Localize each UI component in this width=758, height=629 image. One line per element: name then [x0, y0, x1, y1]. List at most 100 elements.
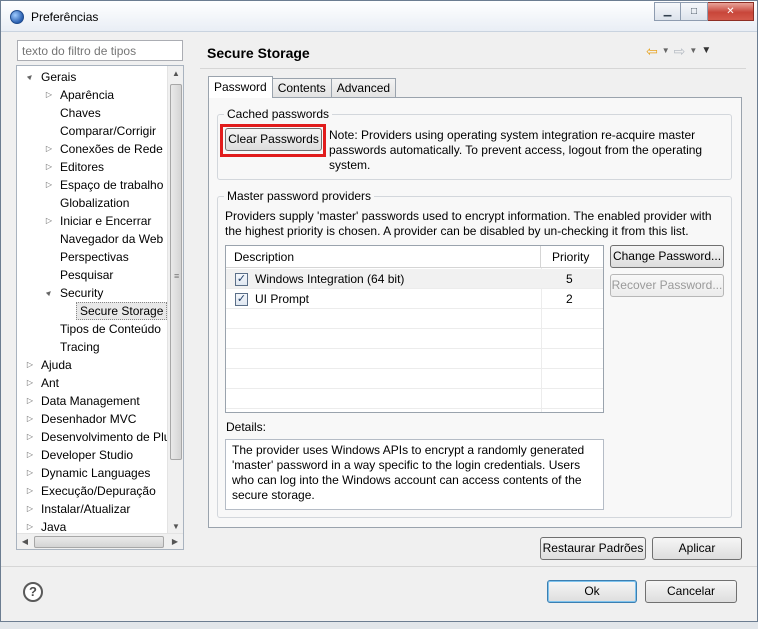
title-bar: Preferências ▁ □ ✕	[1, 1, 757, 32]
scroll-left-arrow-icon[interactable]: ◀	[17, 534, 33, 549]
maximize-button[interactable]: □	[681, 2, 708, 21]
tree-collapsed-icon[interactable]: ▷	[44, 212, 54, 230]
header-separator	[200, 68, 746, 69]
tree-item-label: Ant	[41, 376, 60, 390]
background-strip	[0, 622, 758, 629]
window-controls: ▁ □ ✕	[654, 2, 754, 21]
provider-priority: 2	[566, 292, 573, 306]
tree-collapsed-icon[interactable]: ▷	[25, 374, 35, 392]
tree-item-label: Editores	[60, 160, 105, 174]
tree-item-label: Chaves	[60, 106, 101, 120]
ok-button[interactable]: Ok	[547, 580, 637, 603]
page-navigation: ⇦ ▼ ⇨ ▼ ▼	[646, 43, 711, 59]
minimize-button[interactable]: ▁	[654, 2, 681, 21]
tree-item-label: Perspectivas	[60, 250, 129, 264]
table-row[interactable]: ✓ Windows Integration (64 bit) 5	[226, 269, 603, 289]
footer-separator	[1, 566, 757, 567]
provider-enabled-checkbox[interactable]: ✓	[235, 273, 248, 286]
recover-password-button[interactable]: Recover Password...	[610, 274, 724, 297]
preferences-tree[interactable]: Notifications▷Java▷Instalar/Atualizar▷Ex…	[16, 65, 184, 550]
tree-collapsed-icon[interactable]: ▷	[25, 392, 35, 410]
tree-item-label: Espaço de trabalho	[60, 178, 164, 192]
cancel-button[interactable]: Cancelar	[645, 580, 737, 603]
tree-collapsed-icon[interactable]: ▷	[25, 356, 35, 374]
tree-item-label: Tracing	[60, 340, 100, 354]
tree-collapsed-icon[interactable]: ▷	[25, 428, 35, 446]
tree-expanded-icon[interactable]: ▲	[39, 283, 59, 303]
tree-item-label: Globalization	[60, 196, 130, 210]
tree-item-label: Comparar/Corrigir	[60, 124, 157, 138]
tree-collapsed-icon[interactable]: ▷	[25, 500, 35, 518]
table-row-empty	[226, 329, 603, 349]
tree-vertical-scroll-thumb[interactable]: ≡	[170, 84, 182, 460]
back-arrow-icon[interactable]: ⇦	[646, 43, 658, 59]
scroll-grip-icon: ≡	[174, 271, 180, 281]
tree-item-label: Data Management	[41, 394, 140, 408]
scroll-right-arrow-icon[interactable]: ▶	[167, 534, 183, 549]
window-title: Preferências	[31, 10, 99, 24]
tab-bar: Password Contents Advanced	[208, 76, 397, 98]
tree-item-label: Desenhador MVC	[41, 412, 137, 426]
tree-item-label: Developer Studio	[41, 448, 134, 462]
table-row-empty	[226, 389, 603, 409]
details-label: Details:	[226, 420, 267, 434]
type-filter-input[interactable]	[17, 40, 183, 61]
clear-passwords-button[interactable]: Clear Passwords	[225, 128, 322, 151]
forward-arrow-icon[interactable]: ⇨	[674, 43, 686, 59]
provider-enabled-checkbox[interactable]: ✓	[235, 293, 248, 306]
tree-collapsed-icon[interactable]: ▷	[44, 176, 54, 194]
table-row-empty	[226, 369, 603, 389]
tree-item-label: Conexões de Rede	[60, 142, 163, 156]
tree-item-label: Secure Storage	[76, 302, 168, 320]
provider-priority: 5	[566, 272, 573, 286]
scroll-up-arrow-icon[interactable]: ▲	[168, 66, 183, 82]
tree-horizontal-scrollbar[interactable]: ◀ ▶	[17, 533, 183, 549]
tab-password[interactable]: Password	[208, 76, 273, 98]
tree-collapsed-icon[interactable]: ▷	[25, 464, 35, 482]
view-menu-icon[interactable]: ▼	[701, 43, 711, 59]
cached-passwords-note: Note: Providers using operating system i…	[329, 128, 703, 172]
close-button[interactable]: ✕	[708, 2, 754, 21]
back-history-dropdown-icon[interactable]: ▼	[662, 43, 670, 59]
tab-advanced[interactable]: Advanced	[330, 78, 397, 98]
tree-collapsed-icon[interactable]: ▷	[25, 410, 35, 428]
tree-collapsed-icon[interactable]: ▷	[25, 482, 35, 500]
tree-collapsed-icon[interactable]: ▷	[44, 158, 54, 176]
tree-collapsed-icon[interactable]: ▷	[44, 140, 54, 158]
tree-collapsed-icon[interactable]: ▷	[25, 446, 35, 464]
restore-defaults-button[interactable]: Restaurar Padrões	[540, 537, 646, 560]
provider-name: UI Prompt	[255, 292, 310, 306]
forward-history-dropdown-icon[interactable]: ▼	[689, 43, 697, 59]
table-row-empty	[226, 349, 603, 369]
tree-item-label: Security	[60, 286, 104, 300]
table-row-empty	[226, 309, 603, 329]
apply-button[interactable]: Aplicar	[652, 537, 742, 560]
tree-item-label: Pesquisar	[60, 268, 114, 282]
tree-item-label: Execução/Depuração	[41, 484, 156, 498]
tree-vertical-scrollbar[interactable]: ▲ ≡ ▼	[167, 66, 183, 535]
table-row[interactable]: ✓ UI Prompt 2	[226, 289, 603, 309]
page-title: Secure Storage	[207, 45, 310, 61]
tree-item-label: Iniciar e Encerrar	[60, 214, 152, 228]
column-header-description[interactable]: Description	[226, 246, 541, 268]
tree-item-label: Navegador da Web	[60, 232, 164, 246]
details-text: The provider uses Windows APIs to encryp…	[225, 439, 604, 510]
tree-item-label: Tipos de Conteúdo	[60, 322, 161, 336]
tab-contents[interactable]: Contents	[271, 78, 332, 98]
tree-item-label: Ajuda	[41, 358, 72, 372]
cached-passwords-title: Cached passwords	[224, 107, 333, 121]
tree-item-label: Gerais	[41, 70, 77, 84]
column-header-priority[interactable]: Priority	[541, 246, 603, 268]
eclipse-app-icon	[10, 10, 24, 24]
tree-collapsed-icon[interactable]: ▷	[44, 86, 54, 104]
providers-table[interactable]: Description Priority ✓ Windows Integrati…	[225, 245, 604, 413]
help-icon[interactable]: ?	[23, 582, 43, 602]
change-password-button[interactable]: Change Password...	[610, 245, 724, 268]
tree-item-label: Desenvolvimento de Plu	[41, 430, 171, 444]
preferences-dialog: Preferências ▁ □ ✕ Notifications▷Java▷In…	[0, 0, 758, 622]
tree-expanded-icon[interactable]: ▲	[20, 67, 40, 87]
tree-item-label: Dynamic Languages	[41, 466, 151, 480]
tree-item-label: Aparência	[60, 88, 115, 102]
providers-description: Providers supply 'master' passwords used…	[225, 209, 712, 238]
tree-horizontal-scroll-thumb[interactable]	[34, 536, 164, 548]
